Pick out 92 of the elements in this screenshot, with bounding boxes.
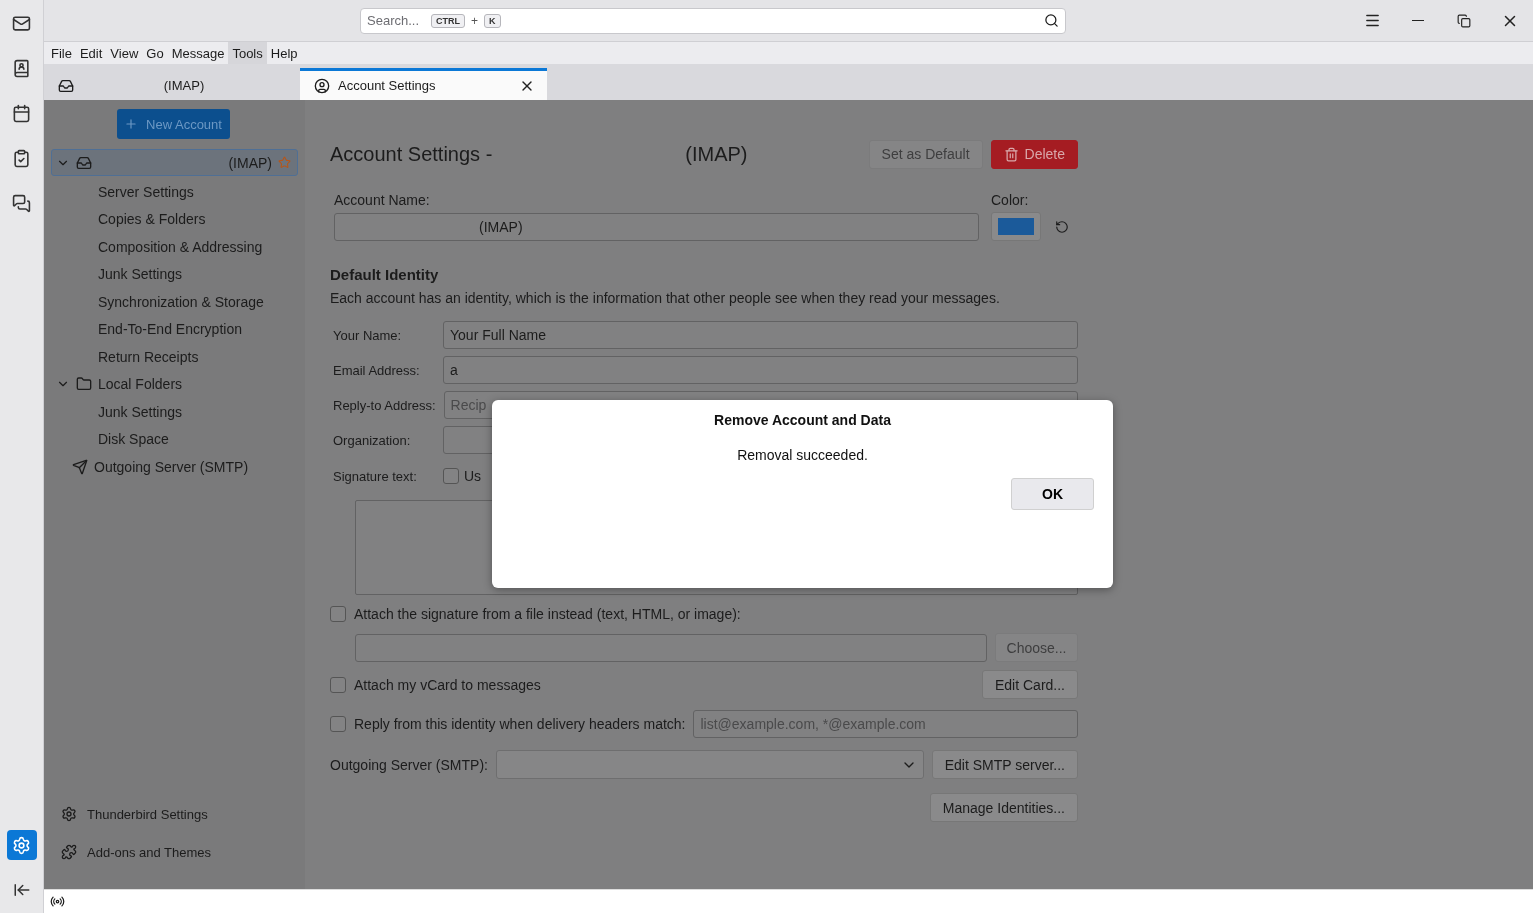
restore-icon [1457, 13, 1471, 28]
reset-icon[interactable] [1055, 219, 1069, 234]
footer-link-label: Thunderbird Settings [87, 806, 208, 822]
plus-icon [124, 117, 139, 131]
search-field[interactable]: Search... CTRL + K [360, 7, 1066, 34]
new-account-button[interactable]: New Account [116, 109, 230, 139]
menu-item[interactable]: Help [266, 42, 302, 64]
keyboard-key: K [484, 13, 501, 28]
tree-item-label: Outgoing Server (SMTP) [94, 458, 249, 475]
field-label: Signature text: [332, 468, 418, 484]
checkbox[interactable] [330, 676, 346, 693]
menu-item[interactable]: File [47, 42, 76, 64]
tree-item[interactable]: Junk Settings [51, 260, 298, 288]
minimize-icon [1412, 20, 1424, 21]
checkbox-label: Reply from this identity when delivery headers match: [354, 716, 686, 732]
edit-card-button[interactable]: Edit Card... [981, 670, 1078, 699]
tab-label: Account Settings [338, 78, 436, 93]
mail-account-icon [76, 154, 92, 171]
tree-item[interactable]: (IMAP) [51, 149, 298, 176]
field-label: Account Name: [334, 192, 431, 208]
tree-item[interactable]: Server Settings [51, 178, 298, 206]
delete-button[interactable]: Delete [990, 139, 1078, 169]
star-icon [278, 156, 291, 169]
field-label: Organization: [332, 432, 412, 448]
radio-signal-icon [50, 894, 65, 909]
calendar-icon [12, 103, 31, 123]
dialog-message: Removal succeeded. [737, 447, 868, 463]
settings-icon [61, 806, 77, 822]
checkbox-label: Attach the signature from a file instead (text, HTML, or image): [354, 606, 741, 622]
tree-item[interactable]: Outgoing Server (SMTP) [51, 453, 298, 481]
text-field[interactable]: a [443, 356, 1078, 384]
tree-item-label: Local Folders [98, 376, 183, 393]
footer-link-label: Add-ons and Themes [87, 844, 212, 860]
trash-icon [1003, 146, 1019, 162]
mail-icon [12, 13, 31, 33]
menu-item[interactable]: Go [142, 42, 168, 64]
chat-icon [12, 193, 31, 213]
settings-icon [12, 835, 31, 855]
edit-smtp-button[interactable]: Edit SMTP server... [931, 750, 1078, 779]
checkbox[interactable] [330, 716, 346, 732]
page-title-account: (IMAP) [685, 142, 748, 166]
dialog-title: Remove Account and Data [714, 412, 891, 428]
tree-item[interactable]: Disk Space [51, 425, 298, 453]
checkbox-label: Us [464, 468, 482, 484]
tree-item[interactable]: Local Folders [51, 370, 298, 398]
outgoing-server-icon [72, 458, 88, 475]
tree-item[interactable]: End-To-End Encryption [51, 315, 298, 343]
checkbox[interactable] [443, 468, 459, 484]
collapse-icon [12, 881, 31, 899]
folder-icon [76, 376, 92, 393]
manage-identities-button[interactable]: Manage Identities... [929, 793, 1078, 822]
checkbox-label: Attach my vCard to messages [354, 676, 541, 693]
tree-item-label: (IMAP) [228, 154, 272, 171]
keyboard-key: CTRL [431, 13, 466, 28]
menu-item[interactable]: Message [167, 42, 229, 64]
footer-link[interactable]: Thunderbird Settings [51, 795, 298, 833]
settings-button[interactable] [6, 830, 37, 860]
tree-item[interactable]: Composition & Addressing [51, 233, 298, 261]
clipboard-check-icon [12, 148, 31, 168]
tab-label: (IMAP) [162, 78, 206, 93]
tree-item[interactable]: Synchronization & Storage [51, 288, 298, 316]
section-description: Each account has an identity, which is the information that other people see when they read your messages. [330, 290, 1000, 306]
menu-item[interactable]: Edit [75, 42, 107, 64]
menu-item[interactable]: Tools [228, 42, 267, 64]
field-label: Color: [991, 192, 1030, 208]
puzzle-icon [61, 844, 77, 860]
tab[interactable]: Account Settings [300, 68, 547, 100]
text-field[interactable]: Your Full Name [443, 321, 1078, 349]
tree-item[interactable]: Junk Settings [51, 398, 298, 426]
menu-item[interactable]: View [106, 42, 143, 64]
ok-button[interactable]: OK [1011, 478, 1094, 510]
color-swatch [998, 218, 1034, 235]
section-heading: Default Identity [330, 265, 439, 283]
tab[interactable]: (IMAP) [44, 68, 298, 100]
search-icon [1044, 13, 1059, 28]
field-label: Your Name: [332, 327, 403, 343]
field-label: Outgoing Server (SMTP): [330, 756, 488, 773]
menu-icon [1363, 12, 1381, 29]
tree-item[interactable]: Copies & Folders [51, 205, 298, 233]
tree-item[interactable]: Return Receipts [51, 343, 298, 371]
field-label: Email Address: [332, 362, 421, 378]
account-icon [314, 77, 330, 94]
account-name-field[interactable]: (IMAP) [334, 213, 979, 241]
checkbox[interactable] [330, 606, 346, 622]
field-label: Reply-to Address: [332, 397, 436, 413]
plus-sign: + [471, 13, 479, 28]
page-title: Account Settings - [330, 142, 493, 166]
mail-account-icon [58, 77, 74, 94]
color-picker[interactable] [991, 212, 1041, 241]
address-book-icon [12, 58, 31, 78]
file-path-field[interactable] [355, 633, 987, 662]
footer-link[interactable]: Add-ons and Themes [51, 833, 298, 871]
